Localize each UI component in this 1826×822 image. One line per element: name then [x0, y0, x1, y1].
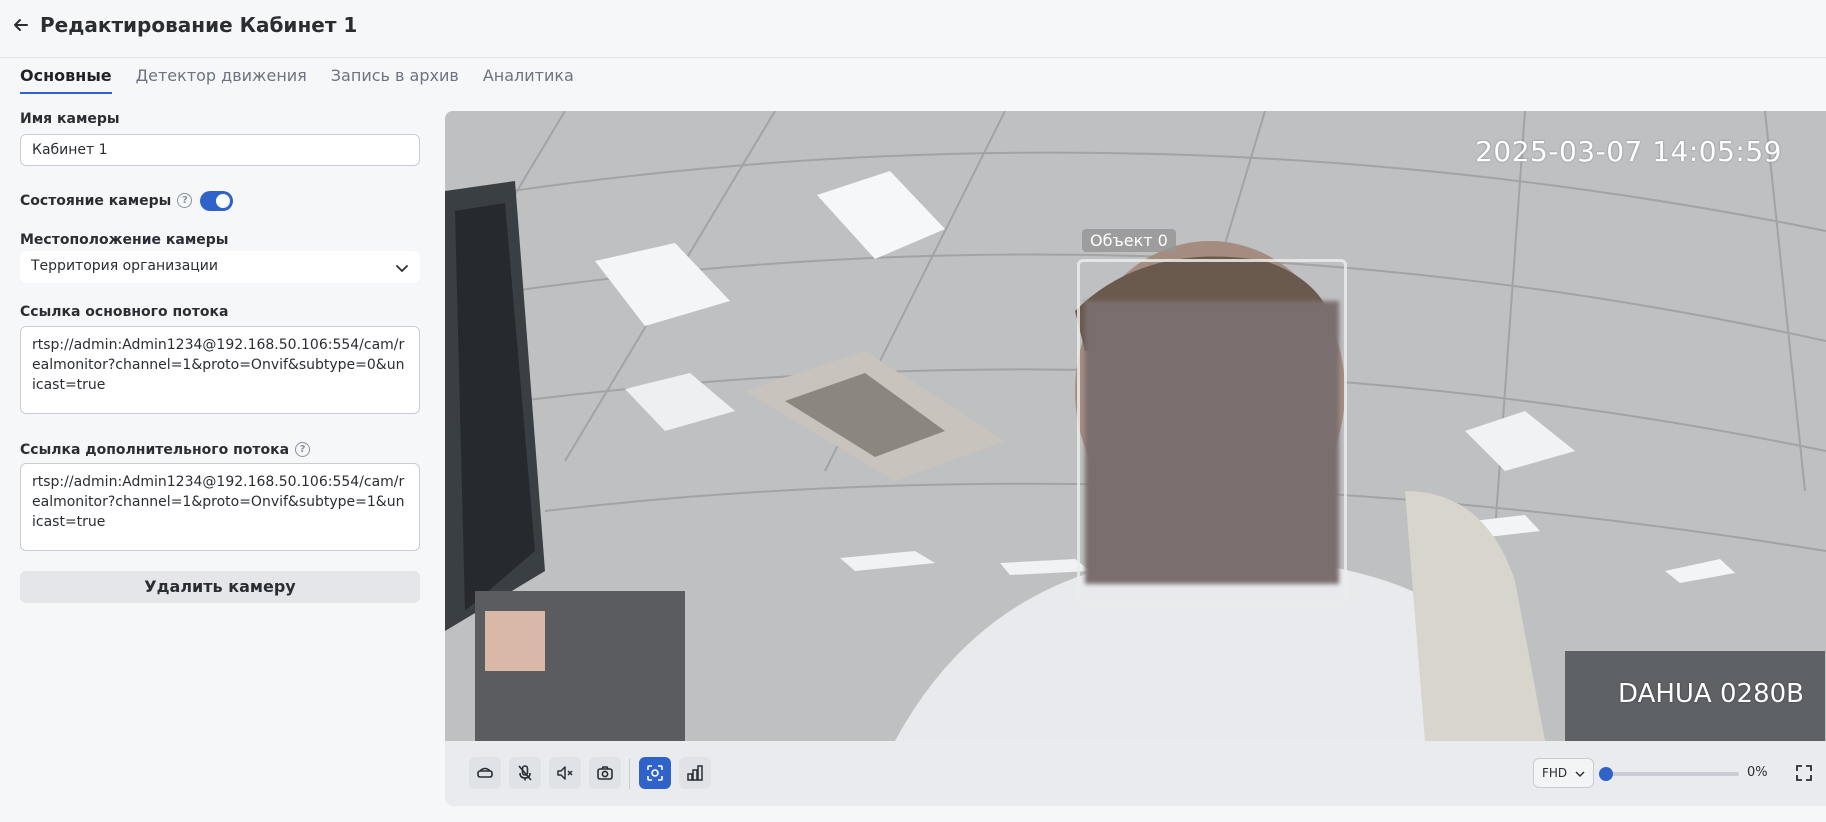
location-label: Местоположение камеры	[20, 232, 229, 248]
zoom-slider[interactable]	[1599, 767, 1739, 781]
signal-bars-icon[interactable]	[679, 757, 711, 789]
location-select-value: Территория организации	[31, 258, 219, 274]
camera-state-toggle[interactable]	[200, 190, 234, 211]
tab-general[interactable]: Основные	[20, 58, 112, 94]
extra-stream-textarea[interactable]: rtsp://admin:Admin1234@192.168.50.106:55…	[20, 463, 420, 551]
speaker-mute-icon[interactable]	[549, 757, 581, 789]
page-title: Редактирование Кабинет 1	[40, 13, 358, 37]
detection-bounding-box[interactable]	[1077, 259, 1347, 607]
video-panel: Объект 0 2025-03-07 14:05:59 DAHUA 0280B…	[445, 111, 1826, 806]
microphone-off-icon[interactable]	[509, 757, 541, 789]
video-controls: FHD 0%	[445, 741, 1826, 806]
camera-model-overlay: DAHUA 0280B	[1618, 679, 1804, 709]
detection-object-label: Объект 0	[1082, 229, 1176, 252]
camera-state-label: Состояние камеры	[20, 193, 172, 209]
fullscreen-icon[interactable]	[1792, 761, 1816, 785]
controls-divider	[629, 759, 630, 789]
quality-value: FHD	[1542, 766, 1568, 780]
quality-select[interactable]: FHD	[1533, 758, 1594, 788]
main-stream-label: Ссылка основного потока	[20, 304, 229, 320]
extra-stream-label: Ссылка дополнительного потока	[20, 442, 290, 458]
camera-state-row: Состояние камеры?	[20, 190, 234, 211]
tab-motion-detector[interactable]: Детектор движения	[136, 58, 307, 94]
tab-bar: Основные Детектор движения Запись в архи…	[20, 58, 574, 94]
ptz-icon[interactable]	[469, 757, 501, 789]
page-header: Редактирование Кабинет 1	[0, 0, 1826, 58]
chevron-down-icon	[396, 261, 408, 277]
location-select[interactable]: Территория организации	[20, 251, 420, 283]
camera-snapshot-icon[interactable]	[589, 757, 621, 789]
video-timestamp: 2025-03-07 14:05:59	[1475, 135, 1782, 168]
zoom-slider-knob[interactable]	[1599, 767, 1613, 781]
camera-name-input[interactable]: Кабинет 1	[20, 134, 420, 166]
zoom-value: 0%	[1747, 765, 1768, 780]
delete-camera-button[interactable]: Удалить камеру	[20, 571, 420, 603]
tab-archive-recording[interactable]: Запись в архив	[331, 58, 459, 94]
chevron-down-icon	[1575, 760, 1585, 788]
camera-video-feed[interactable]: Объект 0 2025-03-07 14:05:59 DAHUA 0280B	[445, 111, 1826, 741]
main-stream-textarea[interactable]: rtsp://admin:Admin1234@192.168.50.106:55…	[20, 326, 420, 414]
camera-name-label: Имя камеры	[20, 111, 120, 127]
extra-stream-label-row: Ссылка дополнительного потока?	[20, 439, 311, 459]
back-arrow-icon[interactable]	[10, 14, 32, 36]
help-icon[interactable]: ?	[177, 193, 193, 208]
face-detection-icon[interactable]	[639, 757, 671, 789]
tab-analytics[interactable]: Аналитика	[483, 58, 574, 94]
help-icon[interactable]: ?	[295, 442, 311, 457]
